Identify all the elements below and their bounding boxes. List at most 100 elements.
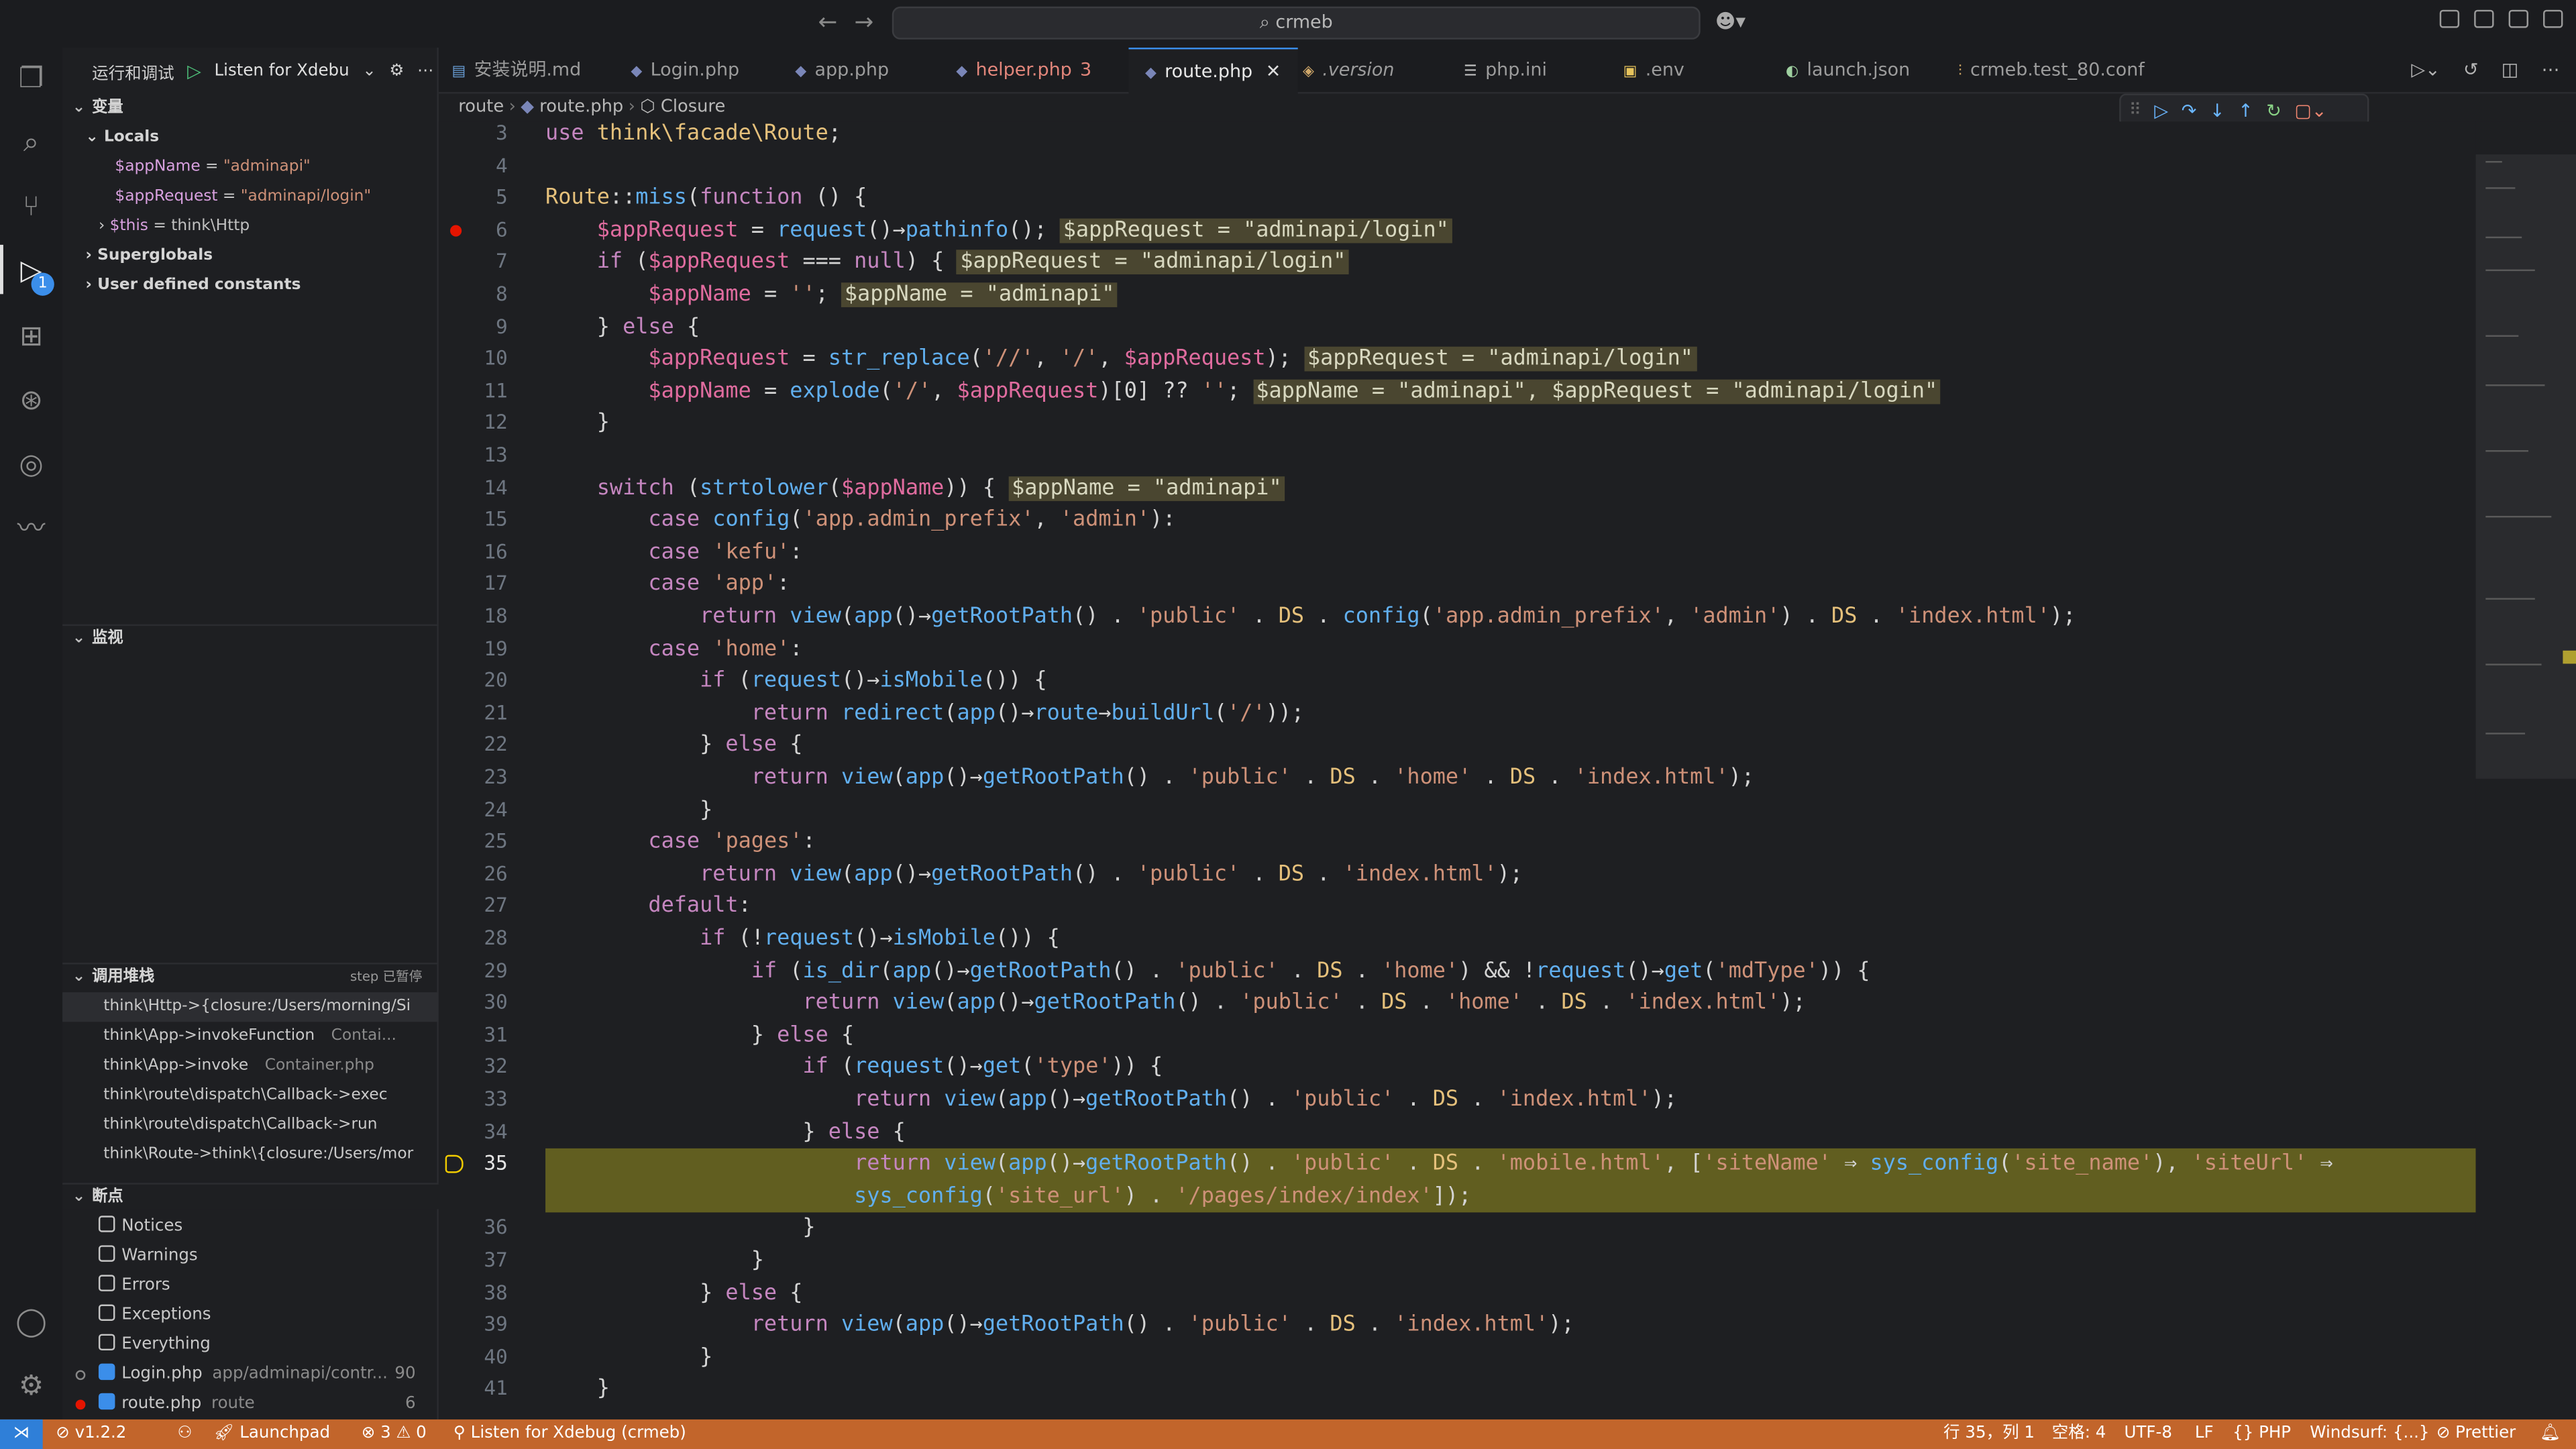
encoding[interactable]: UTF-8 bbox=[2125, 1419, 2172, 1449]
stack-frame[interactable]: think\route\dispatch\Callback->exec bbox=[62, 1081, 439, 1110]
start-debug-icon[interactable]: ▷ bbox=[187, 60, 201, 81]
search-icon[interactable]: ⌕ bbox=[13, 125, 50, 161]
variable-row[interactable]: $appName = "adminapi" bbox=[62, 153, 439, 182]
breadcrumb-folder[interactable]: route bbox=[458, 97, 504, 116]
forward-icon[interactable]: → bbox=[854, 10, 873, 36]
constants-scope[interactable]: › User defined constants bbox=[62, 271, 439, 301]
breakpoint-everything[interactable]: Everything bbox=[62, 1331, 439, 1360]
prettier-status[interactable]: ⊘ Prettier bbox=[2436, 1419, 2516, 1449]
toggle-secondary-sidebar-icon[interactable] bbox=[2543, 9, 2563, 28]
line-number: 21 bbox=[484, 701, 508, 724]
line-ending[interactable]: LF bbox=[2195, 1419, 2214, 1449]
restart-icon[interactable]: ↻ bbox=[2266, 99, 2282, 121]
copilot-icon[interactable]: ☻▾ bbox=[1715, 10, 1746, 33]
git-version[interactable]: ⊘ v1.2.2 bbox=[56, 1419, 126, 1449]
tab-route-php[interactable]: ◆ route.php ✕ bbox=[1128, 48, 1297, 94]
stack-frame[interactable]: think\Http->{closure:/Users/morning/Si bbox=[62, 992, 439, 1022]
minimap-viewport[interactable] bbox=[2475, 154, 2576, 779]
code-editor[interactable]: 3 use think\facade\Route; 4 5 Route::miss(… bbox=[438, 121, 2476, 1419]
remote-icon[interactable]: ⋊ bbox=[0, 1419, 43, 1449]
breadcrumb-file[interactable]: route.php bbox=[539, 97, 623, 116]
stack-frame[interactable]: think\App->invokeFunction Contai... bbox=[62, 1022, 439, 1051]
back-icon[interactable]: ← bbox=[818, 10, 838, 36]
variables-header[interactable]: ⌄ 变量 bbox=[62, 95, 439, 121]
more-icon[interactable]: ⋯ bbox=[2542, 59, 2560, 80]
timeline-icon[interactable]: ↺ bbox=[2463, 59, 2479, 80]
debug-status-icon[interactable]: ⚇ bbox=[177, 1419, 192, 1449]
tab-helper-php[interactable]: ◆ helper.php 3 bbox=[956, 48, 1091, 94]
windsurf-status[interactable]: Windsurf: {...} bbox=[2310, 1419, 2429, 1449]
remote-explorer-icon[interactable]: ◎ bbox=[13, 447, 50, 483]
breakpoints-header[interactable]: ⌄ 断点 bbox=[62, 1183, 439, 1210]
close-icon[interactable]: ✕ bbox=[1266, 61, 1281, 83]
locals-scope[interactable]: ⌄ Locals bbox=[62, 123, 439, 153]
stop-icon[interactable]: ▢⌄ bbox=[2294, 99, 2326, 121]
notifications-icon[interactable]: 🔔︎ bbox=[2540, 1419, 2561, 1449]
stack-frame[interactable]: think\App->invoke Container.php bbox=[62, 1051, 439, 1081]
variable-row[interactable]: › $this = think\Http bbox=[62, 212, 439, 241]
tab-install-md[interactable]: ▤ 安装说明.md bbox=[451, 48, 581, 94]
step-over-icon[interactable]: ↷ bbox=[2182, 99, 2197, 121]
code-line: if ($appRequest === null) { $appRequest … bbox=[545, 247, 1350, 279]
account-icon[interactable]: ◯ bbox=[13, 1304, 50, 1340]
split-editor-icon[interactable]: ◫ bbox=[2502, 59, 2518, 80]
command-center[interactable]: ⌕ crmeb bbox=[892, 6, 1701, 40]
launchpad[interactable]: 🚀︎ Launchpad bbox=[213, 1419, 330, 1449]
gitlens-icon[interactable]: ⊛ bbox=[13, 383, 50, 419]
checkbox[interactable] bbox=[98, 1304, 115, 1321]
step-into-icon[interactable]: ↓ bbox=[2210, 99, 2225, 121]
line-number: 28 bbox=[484, 926, 508, 950]
tab-version[interactable]: ◈ .version bbox=[1303, 48, 1394, 94]
gear-icon[interactable]: ⚙ bbox=[389, 62, 404, 80]
minimap[interactable] bbox=[2475, 121, 2576, 1419]
explorer-icon[interactable]: ❐ bbox=[13, 61, 50, 97]
customize-layout-icon[interactable] bbox=[2439, 9, 2460, 28]
tab-login-php[interactable]: ◆ Login.php bbox=[631, 48, 739, 94]
problems[interactable]: ⊗ 3 ⚠ 0 bbox=[362, 1419, 427, 1449]
step-out-icon[interactable]: ↑ bbox=[2238, 99, 2253, 121]
checkbox[interactable] bbox=[98, 1393, 115, 1410]
drag-handle-icon[interactable]: ⠿ bbox=[2129, 101, 2141, 119]
more-icon[interactable]: ⋯ bbox=[417, 62, 433, 80]
chevron-down-icon[interactable]: ⌄ bbox=[362, 62, 376, 80]
checkbox[interactable] bbox=[98, 1275, 115, 1291]
tab-php-ini[interactable]: ☰ php.ini bbox=[1464, 48, 1547, 94]
breakpoint-errors[interactable]: Errors bbox=[62, 1272, 439, 1301]
extensions-icon[interactable]: ⊞ bbox=[13, 319, 50, 355]
breakpoint-notices[interactable]: Notices bbox=[62, 1212, 439, 1242]
debug-config-select[interactable]: Listen for Xdebu bbox=[215, 62, 350, 80]
braces-icon: {} bbox=[2233, 1424, 2259, 1443]
breakpoint-login[interactable]: Login.php app/adminapi/contr... 90 bbox=[62, 1360, 439, 1390]
breakpoint-warnings[interactable]: Warnings bbox=[62, 1242, 439, 1271]
indentation[interactable]: 空格: 4 bbox=[2052, 1419, 2106, 1449]
debug-session[interactable]: ⚲ Listen for Xdebug (crmeb) bbox=[453, 1419, 686, 1449]
superglobals-scope[interactable]: › Superglobals bbox=[62, 241, 439, 271]
tab-launch-json[interactable]: ◐ launch.json bbox=[1786, 48, 1910, 94]
tab-app-php[interactable]: ◆ app.php bbox=[795, 48, 889, 94]
checkbox[interactable] bbox=[98, 1216, 115, 1232]
checkbox[interactable] bbox=[98, 1363, 115, 1381]
tab-crmeb-conf[interactable]: ⫶ crmeb.test_80.conf bbox=[1958, 48, 2145, 94]
callstack-header[interactable]: ⌄ 调用堆栈 step 已暂停 bbox=[62, 963, 439, 989]
variable-row[interactable]: $appRequest = "adminapi/login" bbox=[62, 182, 439, 212]
continue-icon[interactable]: ▷ bbox=[2154, 99, 2168, 121]
breadcrumb-symbol[interactable]: Closure bbox=[661, 97, 725, 116]
cursor-position[interactable]: 行 35，列 1 bbox=[1943, 1419, 2035, 1449]
windsurf-icon[interactable]: 〰 bbox=[13, 511, 50, 547]
breakpoint-route[interactable]: route.php route 6 bbox=[62, 1390, 439, 1419]
tab-env[interactable]: ▣ .env bbox=[1623, 48, 1684, 94]
stack-frame[interactable]: think\route\dispatch\Callback->run bbox=[62, 1111, 439, 1140]
settings-gear-icon[interactable]: ⚙ bbox=[13, 1368, 50, 1405]
toggle-panel-icon[interactable] bbox=[2508, 9, 2528, 28]
vscode-window: ← → ⌕ crmeb ☻▾ ❐ ⌕ ⑂ ▷ 1 ⊞ ⊛ ◎ 〰 ◯ ⚙ 运行和… bbox=[0, 0, 2576, 1449]
code-line: $appRequest = request()→pathinfo(); $app… bbox=[545, 215, 1452, 247]
toggle-primary-sidebar-icon[interactable] bbox=[2474, 9, 2494, 28]
language-mode[interactable]: {} PHP bbox=[2233, 1419, 2291, 1449]
source-control-icon[interactable]: ⑂ bbox=[13, 189, 50, 225]
stack-frame[interactable]: think\Route->think\{closure:/Users/mor bbox=[62, 1140, 439, 1170]
run-icon[interactable]: ▷⌄ bbox=[2411, 59, 2440, 80]
breakpoint-exceptions[interactable]: Exceptions bbox=[62, 1301, 439, 1331]
checkbox[interactable] bbox=[98, 1245, 115, 1262]
checkbox[interactable] bbox=[98, 1334, 115, 1351]
watch-header[interactable]: ⌄ 监视 bbox=[62, 624, 439, 651]
